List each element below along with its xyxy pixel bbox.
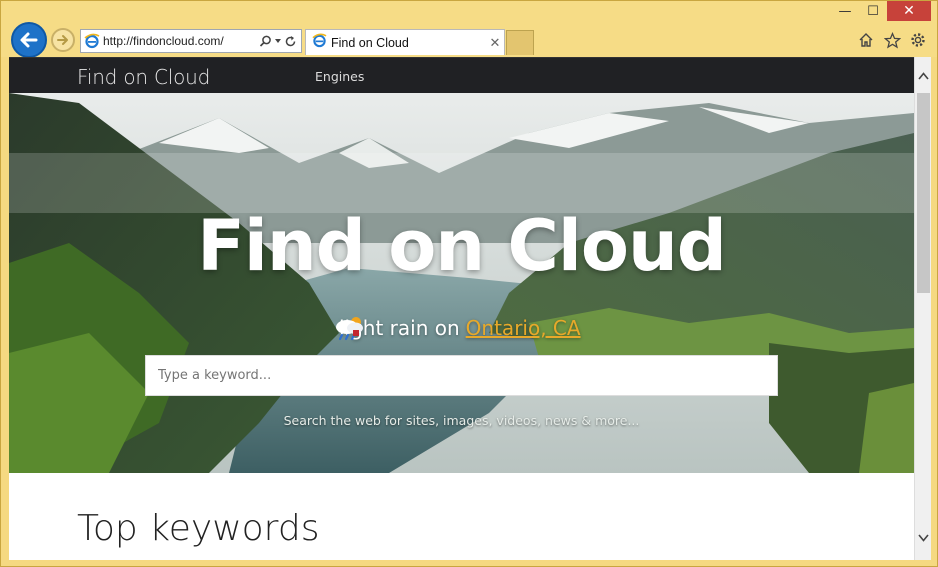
browser-toolbar-right xyxy=(857,31,927,49)
ie-page-icon xyxy=(81,30,103,52)
hero-title: Find on Cloud xyxy=(197,205,727,287)
home-icon[interactable] xyxy=(857,31,875,49)
top-keywords-heading: Top keywords xyxy=(77,508,320,549)
scroll-up-icon[interactable] xyxy=(915,67,932,84)
arrow-right-icon xyxy=(57,35,68,45)
nav-link-engines[interactable]: Engines xyxy=(315,69,364,84)
address-url[interactable]: http://findoncloud.com/ xyxy=(103,34,259,48)
minimize-button[interactable]: — xyxy=(831,1,859,21)
ie-tab-icon xyxy=(312,33,327,53)
tab-close-icon[interactable]: ✕ xyxy=(486,35,504,51)
gear-icon[interactable] xyxy=(909,31,927,49)
browser-window: — ☐ ✕ http://findoncloud.com/ Find on Cl… xyxy=(0,0,938,567)
weather-location-link[interactable]: Ontario, CA xyxy=(466,316,581,340)
tab-find-on-cloud[interactable]: Find on Cloud ✕ xyxy=(305,29,505,55)
chevron-down-icon[interactable] xyxy=(274,37,282,45)
back-button[interactable] xyxy=(11,22,47,58)
page-viewport: Find on Cloud Engines Find on Cloud ligh… xyxy=(9,57,914,560)
site-navbar: Find on Cloud Engines xyxy=(9,58,914,93)
weather-widget: light rain on Ontario, CA xyxy=(333,313,581,343)
arrow-left-icon xyxy=(20,32,38,48)
search-input[interactable] xyxy=(145,355,778,396)
page-scrollbar[interactable] xyxy=(914,57,931,560)
maximize-button[interactable]: ☐ xyxy=(859,1,887,21)
refresh-icon[interactable] xyxy=(284,35,297,48)
hero-banner: Find on Cloud light rain on Ontario, CA … xyxy=(9,93,914,473)
window-caption-buttons: — ☐ ✕ xyxy=(831,1,931,23)
site-logo[interactable]: Find on Cloud xyxy=(77,65,210,89)
search-hint: Search the web for sites, images, videos… xyxy=(283,413,640,428)
browser-chrome: — ☐ ✕ http://findoncloud.com/ Find on Cl… xyxy=(1,1,937,58)
favorites-star-icon[interactable] xyxy=(883,31,901,49)
forward-button[interactable] xyxy=(51,28,75,52)
address-tools xyxy=(259,35,301,48)
search-icon[interactable] xyxy=(259,35,272,48)
address-bar[interactable]: http://findoncloud.com/ xyxy=(80,29,302,53)
scroll-down-icon[interactable] xyxy=(915,529,932,546)
scroll-thumb[interactable] xyxy=(917,93,930,293)
tab-title: Find on Cloud xyxy=(331,35,409,50)
close-window-button[interactable]: ✕ xyxy=(887,1,931,21)
new-tab-button[interactable] xyxy=(506,30,534,55)
